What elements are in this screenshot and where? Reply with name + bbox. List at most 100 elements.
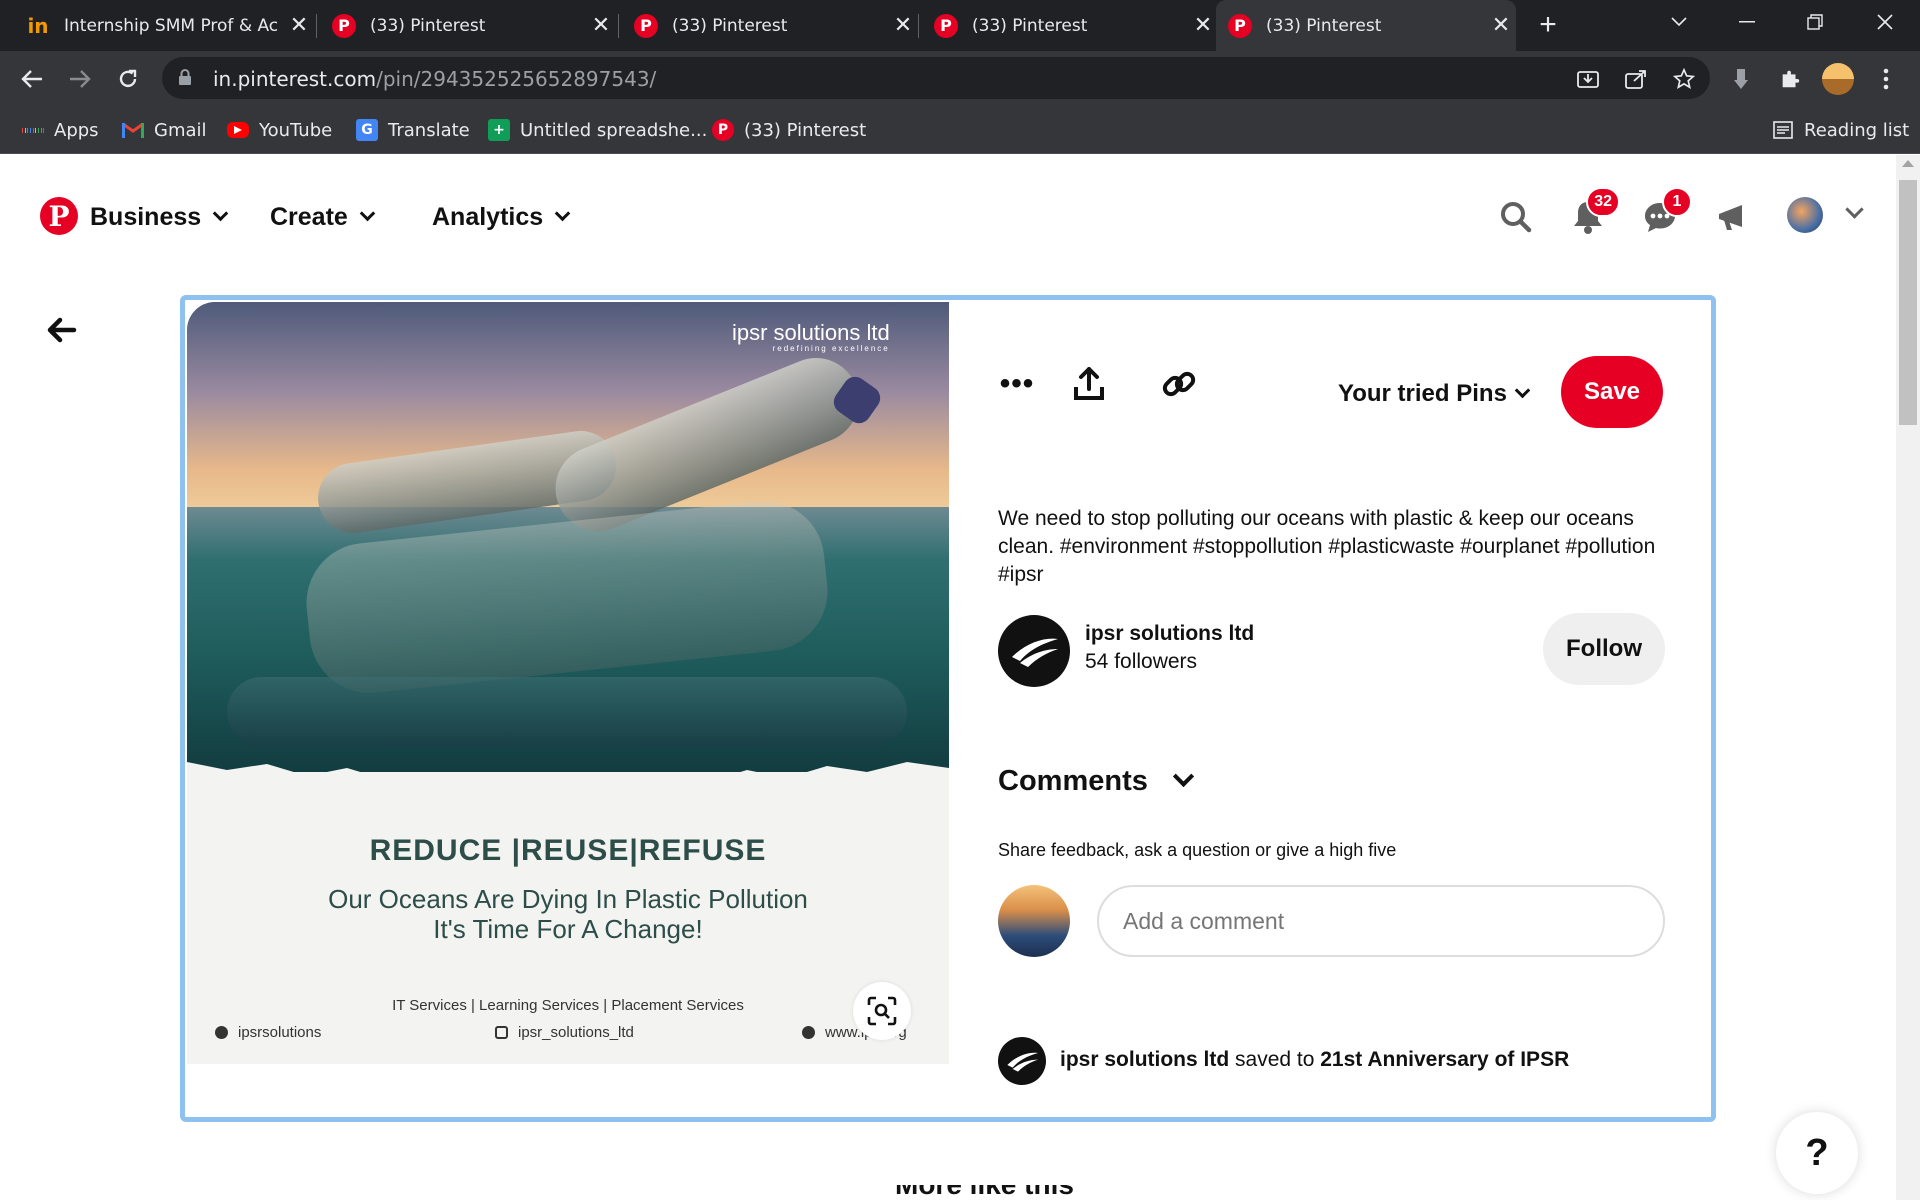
pinterest-icon: P bbox=[332, 13, 356, 38]
tab-title: (33) Pinterest bbox=[672, 15, 788, 36]
saver-avatar[interactable] bbox=[998, 1037, 1046, 1085]
bottle-shape bbox=[227, 677, 907, 747]
pin-description: We need to stop polluting our oceans wit… bbox=[998, 507, 1656, 586]
creator-name[interactable]: ipsr solutions ltd bbox=[1085, 622, 1254, 646]
board-selector[interactable]: Your tried Pins bbox=[1338, 378, 1531, 410]
messages-badge: 1 bbox=[1662, 187, 1692, 217]
bookmark-translate[interactable]: G Translate bbox=[356, 116, 470, 144]
close-icon[interactable]: ✕ bbox=[586, 13, 616, 38]
notifications-bell-icon[interactable]: 32 bbox=[1566, 187, 1620, 239]
close-icon[interactable]: ✕ bbox=[1188, 13, 1218, 38]
lock-icon[interactable] bbox=[178, 69, 192, 85]
image-facebook: ipsrsolutions bbox=[215, 1024, 321, 1041]
nav-analytics[interactable]: Analytics bbox=[432, 200, 571, 234]
torn-paper-edge bbox=[187, 762, 949, 802]
pinterest-icon: P bbox=[1228, 13, 1252, 38]
comment-input[interactable] bbox=[1097, 885, 1665, 957]
saved-board-link[interactable]: 21st Anniversary of IPSR bbox=[1320, 1048, 1569, 1071]
pin-image[interactable]: ipsr solutions ltd redefining excellence… bbox=[187, 302, 949, 1064]
tab-pinterest[interactable]: P (33) Pinterest ✕ bbox=[922, 0, 1218, 51]
minimize-button[interactable] bbox=[1714, 0, 1780, 44]
bookmark-label: Translate bbox=[388, 119, 470, 141]
pinterest-logo[interactable]: P bbox=[40, 197, 78, 235]
notifications-badge: 32 bbox=[1586, 187, 1620, 217]
browser-menu-icon[interactable] bbox=[1870, 63, 1902, 95]
pinterest-icon: P bbox=[634, 13, 658, 38]
nav-business[interactable]: Business bbox=[90, 200, 229, 234]
image-services: IT Services | Learning Services | Placem… bbox=[392, 997, 744, 1014]
in-favicon-icon: in bbox=[27, 13, 49, 38]
url-text[interactable]: in.pinterest.com/pin/294352525652897543/ bbox=[213, 67, 656, 91]
account-avatar[interactable] bbox=[1787, 197, 1823, 233]
bookmark-star-icon[interactable] bbox=[1670, 65, 1698, 93]
address-bar[interactable]: in.pinterest.com/pin/294352525652897543/ bbox=[162, 57, 1710, 99]
gmail-icon bbox=[122, 119, 144, 141]
more-options-icon[interactable]: ••• bbox=[993, 360, 1041, 408]
search-icon[interactable] bbox=[1494, 195, 1538, 239]
scrollbar-thumb[interactable] bbox=[1899, 180, 1917, 425]
close-window-button[interactable] bbox=[1852, 0, 1918, 44]
url-host: in.pinterest.com bbox=[213, 67, 377, 91]
browser-toolbar: in.pinterest.com/pin/294352525652897543/ bbox=[0, 51, 1920, 106]
chevron-down-icon bbox=[1172, 765, 1194, 788]
pinterest-icon: P bbox=[934, 13, 958, 38]
help-button[interactable]: ? bbox=[1776, 1112, 1858, 1194]
instagram-handle: ipsr_solutions_ltd bbox=[518, 1024, 634, 1041]
extensions-puzzle-icon[interactable] bbox=[1774, 63, 1806, 95]
saver-name[interactable]: ipsr solutions ltd bbox=[1060, 1048, 1229, 1071]
profile-avatar[interactable] bbox=[1822, 63, 1854, 95]
back-arrow-icon[interactable] bbox=[44, 313, 78, 347]
forward-button[interactable] bbox=[60, 59, 100, 99]
account-chevron-down-icon[interactable] bbox=[1845, 200, 1864, 219]
tab-internship[interactable]: in Internship SMM Prof & Ac ✕ bbox=[14, 0, 314, 51]
creator-avatar[interactable] bbox=[998, 615, 1070, 687]
save-button[interactable]: Save bbox=[1561, 356, 1663, 428]
reload-button[interactable] bbox=[108, 59, 148, 99]
share-icon[interactable] bbox=[1622, 65, 1650, 93]
bookmark-apps[interactable]: Apps bbox=[21, 116, 99, 144]
ipsr-logo-icon bbox=[1007, 1052, 1038, 1072]
tab-title: (33) Pinterest bbox=[972, 15, 1088, 36]
tab-pinterest[interactable]: P (33) Pinterest ✕ bbox=[622, 0, 918, 51]
bookmark-gmail[interactable]: Gmail bbox=[122, 116, 207, 144]
share-upload-icon[interactable] bbox=[1065, 360, 1113, 408]
messages-icon[interactable]: 1 bbox=[1638, 187, 1692, 239]
tab-separator bbox=[918, 14, 919, 38]
bookmark-label: (33) Pinterest bbox=[744, 119, 867, 141]
restore-button[interactable] bbox=[1782, 0, 1848, 44]
tab-pinterest[interactable]: P (33) Pinterest ✕ bbox=[320, 0, 616, 51]
ipsr-logo-icon bbox=[1012, 638, 1058, 667]
comments-title: Comments bbox=[998, 765, 1148, 797]
visual-search-button[interactable] bbox=[853, 982, 911, 1040]
follow-button[interactable]: Follow bbox=[1543, 613, 1665, 685]
back-button[interactable] bbox=[12, 59, 52, 99]
tab-pinterest-active[interactable]: P (33) Pinterest ✕ bbox=[1216, 0, 1516, 51]
nav-label: Create bbox=[270, 202, 348, 231]
bookmark-label: Apps bbox=[54, 119, 99, 141]
bookmark-spreadsheet[interactable]: + Untitled spreadshe... bbox=[488, 116, 707, 144]
nav-create[interactable]: Create bbox=[270, 200, 376, 234]
saved-to-line: ipsr solutions ltd saved to 21st Anniver… bbox=[1060, 1048, 1569, 1072]
new-tab-button[interactable]: + bbox=[1530, 10, 1566, 42]
image-line-1: Our Oceans Are Dying In Plastic Pollutio… bbox=[328, 884, 808, 914]
close-icon[interactable]: ✕ bbox=[1486, 13, 1516, 38]
install-app-icon[interactable] bbox=[1574, 65, 1602, 93]
chevron-down-icon bbox=[554, 205, 571, 221]
close-icon[interactable]: ✕ bbox=[888, 13, 918, 38]
bookmark-pinterest[interactable]: P (33) Pinterest bbox=[712, 116, 866, 144]
comments-header[interactable]: Comments bbox=[998, 765, 1194, 798]
nav-label: Business bbox=[90, 202, 202, 231]
scroll-up-arrow-icon[interactable] bbox=[1902, 160, 1914, 167]
watermark-brand: ipsr solutions ltd bbox=[732, 320, 890, 345]
close-icon[interactable]: ✕ bbox=[284, 13, 314, 38]
reading-list[interactable]: Reading list bbox=[1772, 116, 1909, 144]
bookmark-youtube[interactable]: YouTube bbox=[227, 116, 332, 144]
extension-download-icon[interactable] bbox=[1725, 63, 1757, 95]
tab-search-chevron-icon[interactable] bbox=[1646, 0, 1712, 44]
pinterest-page: P Business Create Analytics 32 1 ipsr so… bbox=[0, 155, 1920, 1200]
sheets-icon: + bbox=[488, 119, 510, 141]
announcements-megaphone-icon[interactable] bbox=[1710, 195, 1754, 239]
copy-link-icon[interactable] bbox=[1155, 360, 1203, 408]
chevron-down-icon bbox=[1514, 382, 1531, 398]
nav-label: Analytics bbox=[432, 202, 544, 231]
